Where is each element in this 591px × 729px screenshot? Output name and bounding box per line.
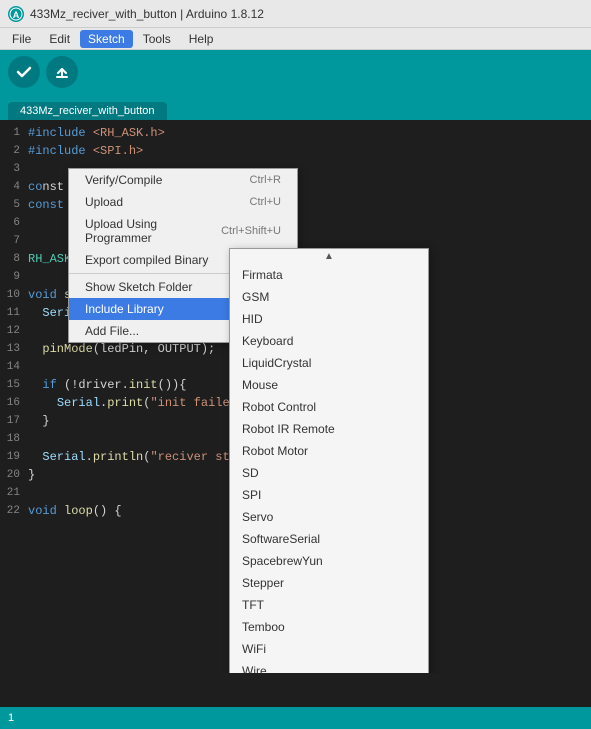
menu-edit[interactable]: Edit [41,30,78,48]
code-tab[interactable]: 433Mz_reciver_with_button [8,102,167,120]
verify-button[interactable] [8,56,40,88]
upload-button[interactable] [46,56,78,88]
menu-upload-programmer[interactable]: Upload Using Programmer Ctrl+Shift+U [69,213,297,249]
lib-spi[interactable]: SPI [230,484,428,506]
menu-verify[interactable]: Verify/Compile Ctrl+R [69,169,297,191]
app-icon: A [8,6,24,22]
lib-sd[interactable]: SD [230,462,428,484]
lib-wire[interactable]: Wire [230,660,428,673]
lib-gsm[interactable]: GSM [230,286,428,308]
lib-robot-ir-remote[interactable]: Robot IR Remote [230,418,428,440]
lib-robot-control[interactable]: Robot Control [230,396,428,418]
menu-file[interactable]: File [4,30,39,48]
lib-liquidcrystal[interactable]: LiquidCrystal [230,352,428,374]
tab-bar: 433Mz_reciver_with_button [0,94,591,120]
scroll-up-arrow[interactable]: ▲ [230,249,428,264]
toolbar [0,50,591,94]
code-area: 1 #include <RH_ASK.h> 2 #include <SPI.h>… [0,120,591,673]
menu-sketch[interactable]: Sketch [80,30,133,48]
status-text: 1 [8,712,14,724]
code-line: 2 #include <SPI.h> [0,142,591,160]
lib-temboo[interactable]: Temboo [230,616,428,638]
lib-robot-motor[interactable]: Robot Motor [230,440,428,462]
lib-tft[interactable]: TFT [230,594,428,616]
library-submenu[interactable]: ▲ Firmata GSM HID Keyboard LiquidCrystal… [229,248,429,673]
menu-help[interactable]: Help [181,30,222,48]
window-title: 433Mz_reciver_with_button | Arduino 1.8.… [30,7,264,21]
menu-bar: File Edit Sketch Tools Help [0,28,591,50]
lib-mouse[interactable]: Mouse [230,374,428,396]
status-bar: 1 [0,707,591,729]
lib-wifi[interactable]: WiFi [230,638,428,660]
lib-firmata[interactable]: Firmata [230,264,428,286]
lib-softwareserial[interactable]: SoftwareSerial [230,528,428,550]
menu-upload[interactable]: Upload Ctrl+U [69,191,297,213]
lib-servo[interactable]: Servo [230,506,428,528]
code-line: 1 #include <RH_ASK.h> [0,124,591,142]
lib-hid[interactable]: HID [230,308,428,330]
lib-stepper[interactable]: Stepper [230,572,428,594]
menu-tools[interactable]: Tools [135,30,179,48]
svg-text:A: A [13,10,20,20]
title-bar: A 433Mz_reciver_with_button | Arduino 1.… [0,0,591,28]
lib-spacebrewyun[interactable]: SpacebrewYun [230,550,428,572]
lib-keyboard[interactable]: Keyboard [230,330,428,352]
